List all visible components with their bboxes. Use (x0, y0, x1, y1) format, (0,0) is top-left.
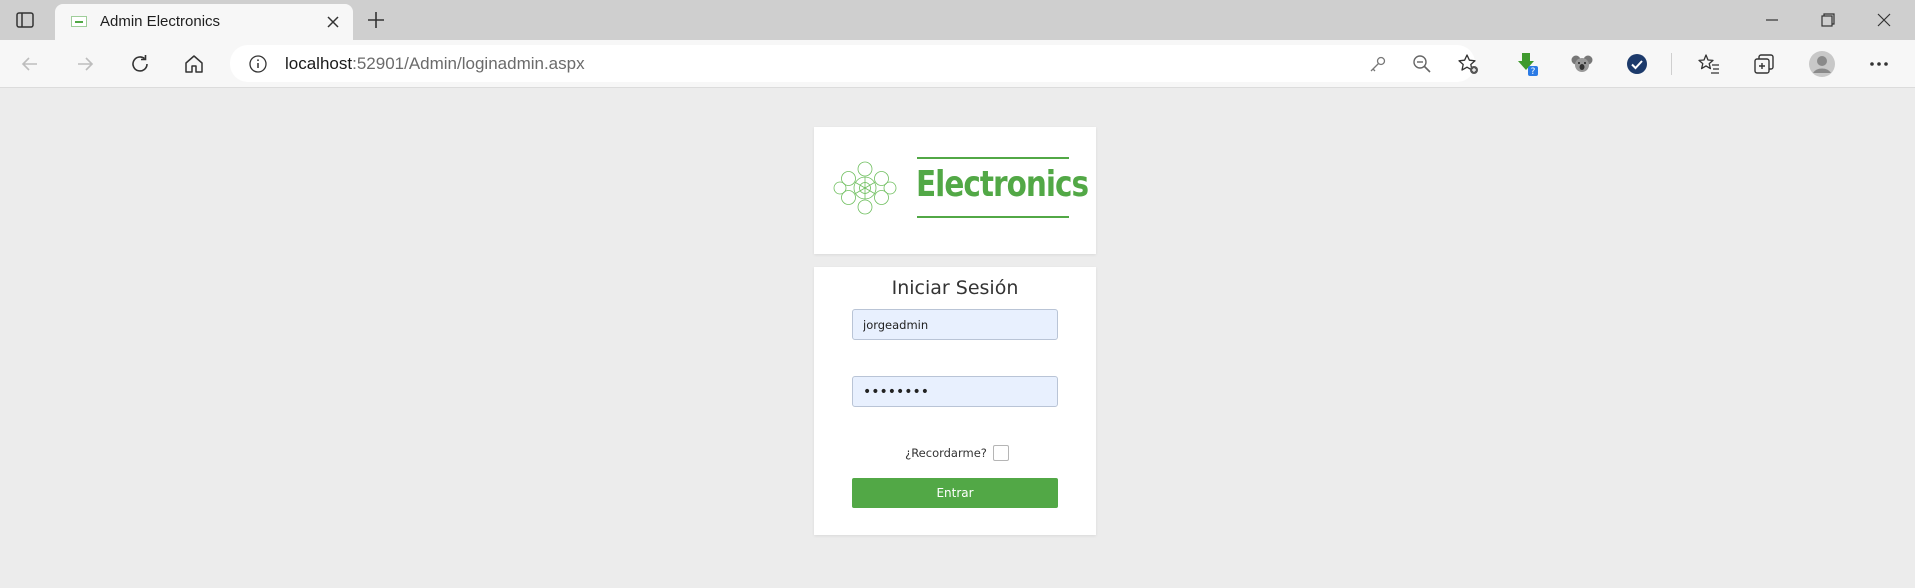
favorites-icon (1698, 54, 1719, 74)
restore-button[interactable] (1816, 8, 1840, 32)
tab-bar: Admin Electronics (0, 0, 1915, 40)
url-text[interactable]: localhost:52901/Admin/loginadmin.aspx (285, 54, 585, 74)
collections-icon (1754, 54, 1774, 74)
favicon-icon (71, 16, 87, 27)
logo-card: Electronics (814, 127, 1096, 254)
refresh-icon (132, 55, 148, 72)
koala-extension-button[interactable] (1568, 50, 1596, 78)
home-button[interactable] (180, 50, 208, 78)
forward-arrow-icon (78, 57, 94, 71)
tab-actions-icon[interactable] (14, 10, 36, 30)
more-button[interactable] (1865, 50, 1893, 78)
minimize-icon (1766, 19, 1778, 21)
username-field[interactable] (852, 309, 1058, 340)
brand-name: Electronics (916, 164, 1089, 205)
login-card: Iniciar Sesión ¿Recordarme? Entrar (814, 267, 1096, 535)
tab-title: Admin Electronics (100, 13, 221, 30)
remember-me-label: ¿Recordarme? (905, 446, 987, 460)
koala-icon (1571, 55, 1593, 72)
zoom-out-icon[interactable] (1411, 53, 1433, 75)
check-circle-icon (1627, 54, 1647, 74)
more-icon (1870, 62, 1888, 66)
close-icon (1877, 13, 1891, 27)
download-extension-icon: ? (1518, 53, 1538, 77)
remember-me-checkbox[interactable] (992, 445, 1009, 461)
new-tab-button[interactable] (364, 8, 388, 32)
window-close-button[interactable] (1872, 8, 1896, 32)
browser-toolbar: localhost:52901/Admin/loginadmin.aspx ? (0, 40, 1915, 88)
flower-logo-icon (833, 161, 897, 215)
profile-icon (1809, 51, 1835, 77)
password-field[interactable] (852, 376, 1058, 407)
forward-button[interactable] (71, 50, 99, 78)
login-title: Iniciar Sesión (891, 277, 1019, 299)
back-button[interactable] (16, 50, 44, 78)
info-icon[interactable] (248, 54, 268, 74)
close-icon[interactable] (325, 13, 341, 31)
remember-me-row: ¿Recordarme? (814, 445, 1096, 461)
address-bar[interactable]: localhost:52901/Admin/loginadmin.aspx (230, 45, 1478, 82)
url-host: localhost (285, 54, 353, 73)
add-favorite-icon[interactable] (1457, 53, 1479, 75)
minimize-button[interactable] (1760, 8, 1784, 32)
logo-top-rule (917, 157, 1069, 159)
browser-tab[interactable]: Admin Electronics (55, 4, 353, 40)
download-extension-button[interactable]: ? (1513, 50, 1541, 78)
back-arrow-icon (21, 57, 37, 71)
key-icon[interactable] (1367, 53, 1389, 75)
favorites-button[interactable] (1695, 50, 1723, 78)
home-icon (185, 55, 203, 73)
refresh-button[interactable] (126, 50, 154, 78)
svg-text:?: ? (1531, 67, 1536, 77)
url-path: :52901/Admin/loginadmin.aspx (352, 54, 585, 73)
restore-icon (1821, 13, 1835, 27)
toolbar-separator (1671, 53, 1672, 75)
profile-button[interactable] (1808, 50, 1836, 78)
check-extension-button[interactable] (1623, 50, 1651, 78)
collections-button[interactable] (1750, 50, 1778, 78)
logo-bottom-rule (917, 216, 1069, 218)
plus-icon (368, 12, 384, 28)
login-button[interactable]: Entrar (852, 478, 1058, 508)
